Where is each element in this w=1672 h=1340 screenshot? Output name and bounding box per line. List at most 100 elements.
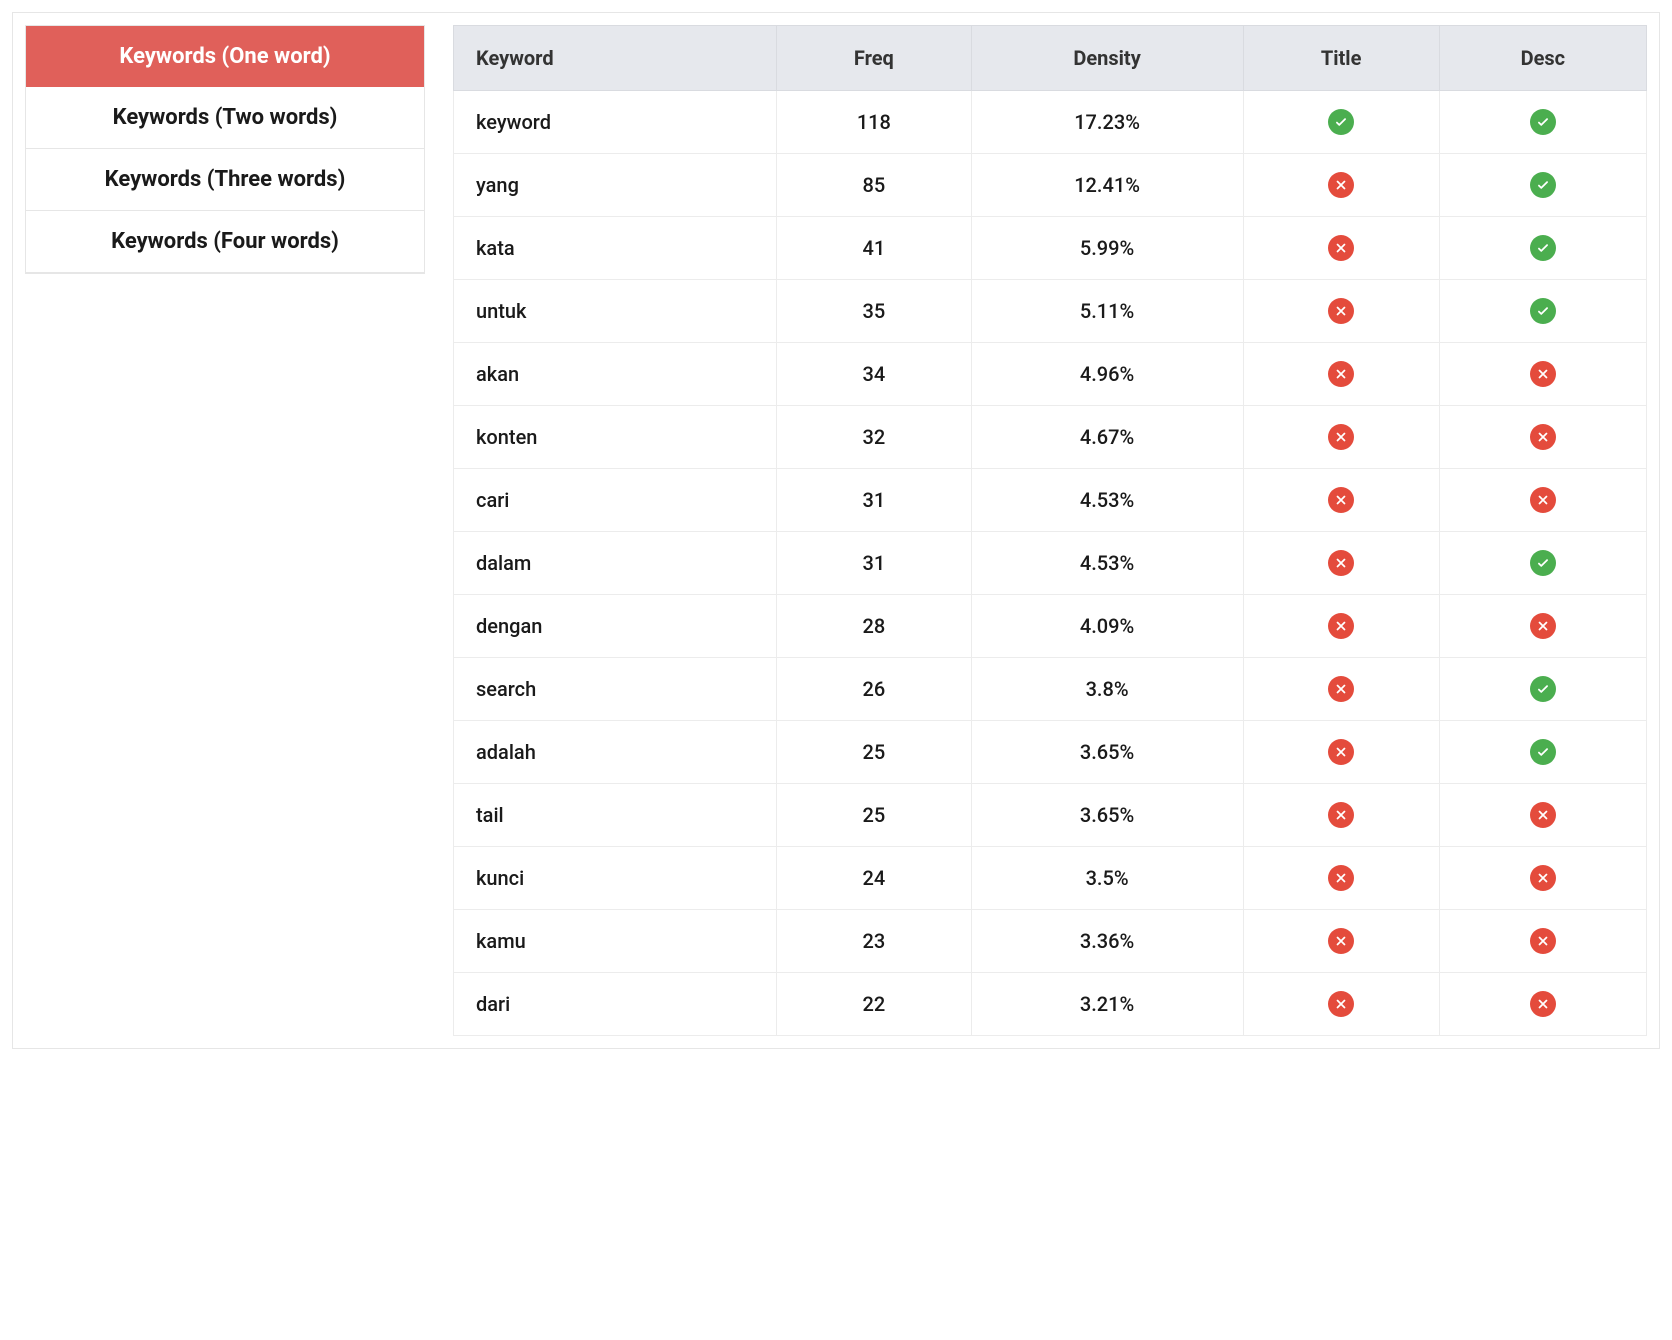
check-icon bbox=[1328, 109, 1354, 135]
cell-density: 3.36% bbox=[971, 910, 1243, 973]
cell-keyword: dalam bbox=[454, 532, 777, 595]
cell-density: 4.09% bbox=[971, 595, 1243, 658]
check-icon bbox=[1530, 550, 1556, 576]
sidebar-tab[interactable]: Keywords (Four words) bbox=[26, 211, 424, 273]
table-row: cari314.53% bbox=[454, 469, 1647, 532]
table-row: keyword11817.23% bbox=[454, 91, 1647, 154]
sidebar-tabs: Keywords (One word) Keywords (Two words) K… bbox=[25, 25, 425, 274]
cross-icon bbox=[1530, 928, 1556, 954]
cell-freq: 23 bbox=[777, 910, 971, 973]
table-row: dengan284.09% bbox=[454, 595, 1647, 658]
check-icon bbox=[1530, 109, 1556, 135]
cell-title-status bbox=[1243, 721, 1439, 784]
sidebar-tab-label: Keywords (Three words) bbox=[105, 167, 346, 192]
cell-desc-status bbox=[1439, 280, 1646, 343]
cell-keyword: search bbox=[454, 658, 777, 721]
cell-title-status bbox=[1243, 343, 1439, 406]
sidebar-tab-label: Keywords (Two words) bbox=[113, 105, 338, 130]
cross-icon bbox=[1328, 739, 1354, 765]
cell-desc-status bbox=[1439, 91, 1646, 154]
cross-icon bbox=[1530, 613, 1556, 639]
cell-density: 4.96% bbox=[971, 343, 1243, 406]
table-row: konten324.67% bbox=[454, 406, 1647, 469]
cross-icon bbox=[1328, 928, 1354, 954]
cell-keyword: dengan bbox=[454, 595, 777, 658]
table-row: kamu233.36% bbox=[454, 910, 1647, 973]
cross-icon bbox=[1328, 172, 1354, 198]
cross-icon bbox=[1328, 676, 1354, 702]
cell-keyword: dari bbox=[454, 973, 777, 1036]
cross-icon bbox=[1530, 991, 1556, 1017]
table-row: untuk355.11% bbox=[454, 280, 1647, 343]
cell-density: 4.53% bbox=[971, 532, 1243, 595]
cell-keyword: konten bbox=[454, 406, 777, 469]
cell-density: 3.21% bbox=[971, 973, 1243, 1036]
cell-keyword: yang bbox=[454, 154, 777, 217]
cell-desc-status bbox=[1439, 721, 1646, 784]
cell-freq: 118 bbox=[777, 91, 971, 154]
cell-density: 3.8% bbox=[971, 658, 1243, 721]
check-icon bbox=[1530, 298, 1556, 324]
cell-title-status bbox=[1243, 595, 1439, 658]
cross-icon bbox=[1328, 235, 1354, 261]
cell-density: 4.67% bbox=[971, 406, 1243, 469]
cell-freq: 32 bbox=[777, 406, 971, 469]
cell-freq: 31 bbox=[777, 469, 971, 532]
cross-icon bbox=[1328, 550, 1354, 576]
cell-title-status bbox=[1243, 91, 1439, 154]
cell-density: 3.5% bbox=[971, 847, 1243, 910]
table-row: dalam314.53% bbox=[454, 532, 1647, 595]
table-row: kunci243.5% bbox=[454, 847, 1647, 910]
cell-desc-status bbox=[1439, 658, 1646, 721]
cell-freq: 24 bbox=[777, 847, 971, 910]
sidebar-tab[interactable]: Keywords (One word) bbox=[26, 26, 424, 87]
cell-keyword: tail bbox=[454, 784, 777, 847]
cell-keyword: kata bbox=[454, 217, 777, 280]
cell-desc-status bbox=[1439, 910, 1646, 973]
cell-freq: 25 bbox=[777, 721, 971, 784]
col-header-keyword[interactable]: Keyword bbox=[454, 26, 777, 91]
cross-icon bbox=[1328, 802, 1354, 828]
cell-keyword: akan bbox=[454, 343, 777, 406]
cross-icon bbox=[1530, 865, 1556, 891]
col-header-title[interactable]: Title bbox=[1243, 26, 1439, 91]
cell-keyword: kamu bbox=[454, 910, 777, 973]
cross-icon bbox=[1328, 361, 1354, 387]
cell-desc-status bbox=[1439, 847, 1646, 910]
cell-title-status bbox=[1243, 217, 1439, 280]
col-header-density[interactable]: Density bbox=[971, 26, 1243, 91]
cell-title-status bbox=[1243, 910, 1439, 973]
cell-freq: 26 bbox=[777, 658, 971, 721]
cell-desc-status bbox=[1439, 784, 1646, 847]
cross-icon bbox=[1530, 361, 1556, 387]
check-icon bbox=[1530, 172, 1556, 198]
cross-icon bbox=[1328, 613, 1354, 639]
sidebar-tab[interactable]: Keywords (Two words) bbox=[26, 87, 424, 149]
cross-icon bbox=[1530, 424, 1556, 450]
cell-freq: 85 bbox=[777, 154, 971, 217]
cell-title-status bbox=[1243, 847, 1439, 910]
cell-keyword: untuk bbox=[454, 280, 777, 343]
table-row: akan344.96% bbox=[454, 343, 1647, 406]
col-header-freq[interactable]: Freq bbox=[777, 26, 971, 91]
cell-keyword: keyword bbox=[454, 91, 777, 154]
cell-freq: 34 bbox=[777, 343, 971, 406]
keyword-table: Keyword Freq Density Title Desc keyword1… bbox=[453, 25, 1647, 1036]
col-header-desc[interactable]: Desc bbox=[1439, 26, 1646, 91]
cross-icon bbox=[1530, 802, 1556, 828]
cross-icon bbox=[1328, 424, 1354, 450]
cell-title-status bbox=[1243, 532, 1439, 595]
check-icon bbox=[1530, 676, 1556, 702]
main-panel: Keyword Freq Density Title Desc keyword1… bbox=[453, 25, 1647, 1036]
cell-freq: 31 bbox=[777, 532, 971, 595]
sidebar-tab-label: Keywords (Four words) bbox=[111, 229, 339, 254]
cross-icon bbox=[1328, 487, 1354, 513]
sidebar-tab[interactable]: Keywords (Three words) bbox=[26, 149, 424, 211]
cell-desc-status bbox=[1439, 532, 1646, 595]
cross-icon bbox=[1328, 991, 1354, 1017]
cell-desc-status bbox=[1439, 973, 1646, 1036]
cell-desc-status bbox=[1439, 343, 1646, 406]
sidebar-tab-label: Keywords (One word) bbox=[119, 44, 330, 69]
cross-icon bbox=[1328, 298, 1354, 324]
cell-title-status bbox=[1243, 973, 1439, 1036]
